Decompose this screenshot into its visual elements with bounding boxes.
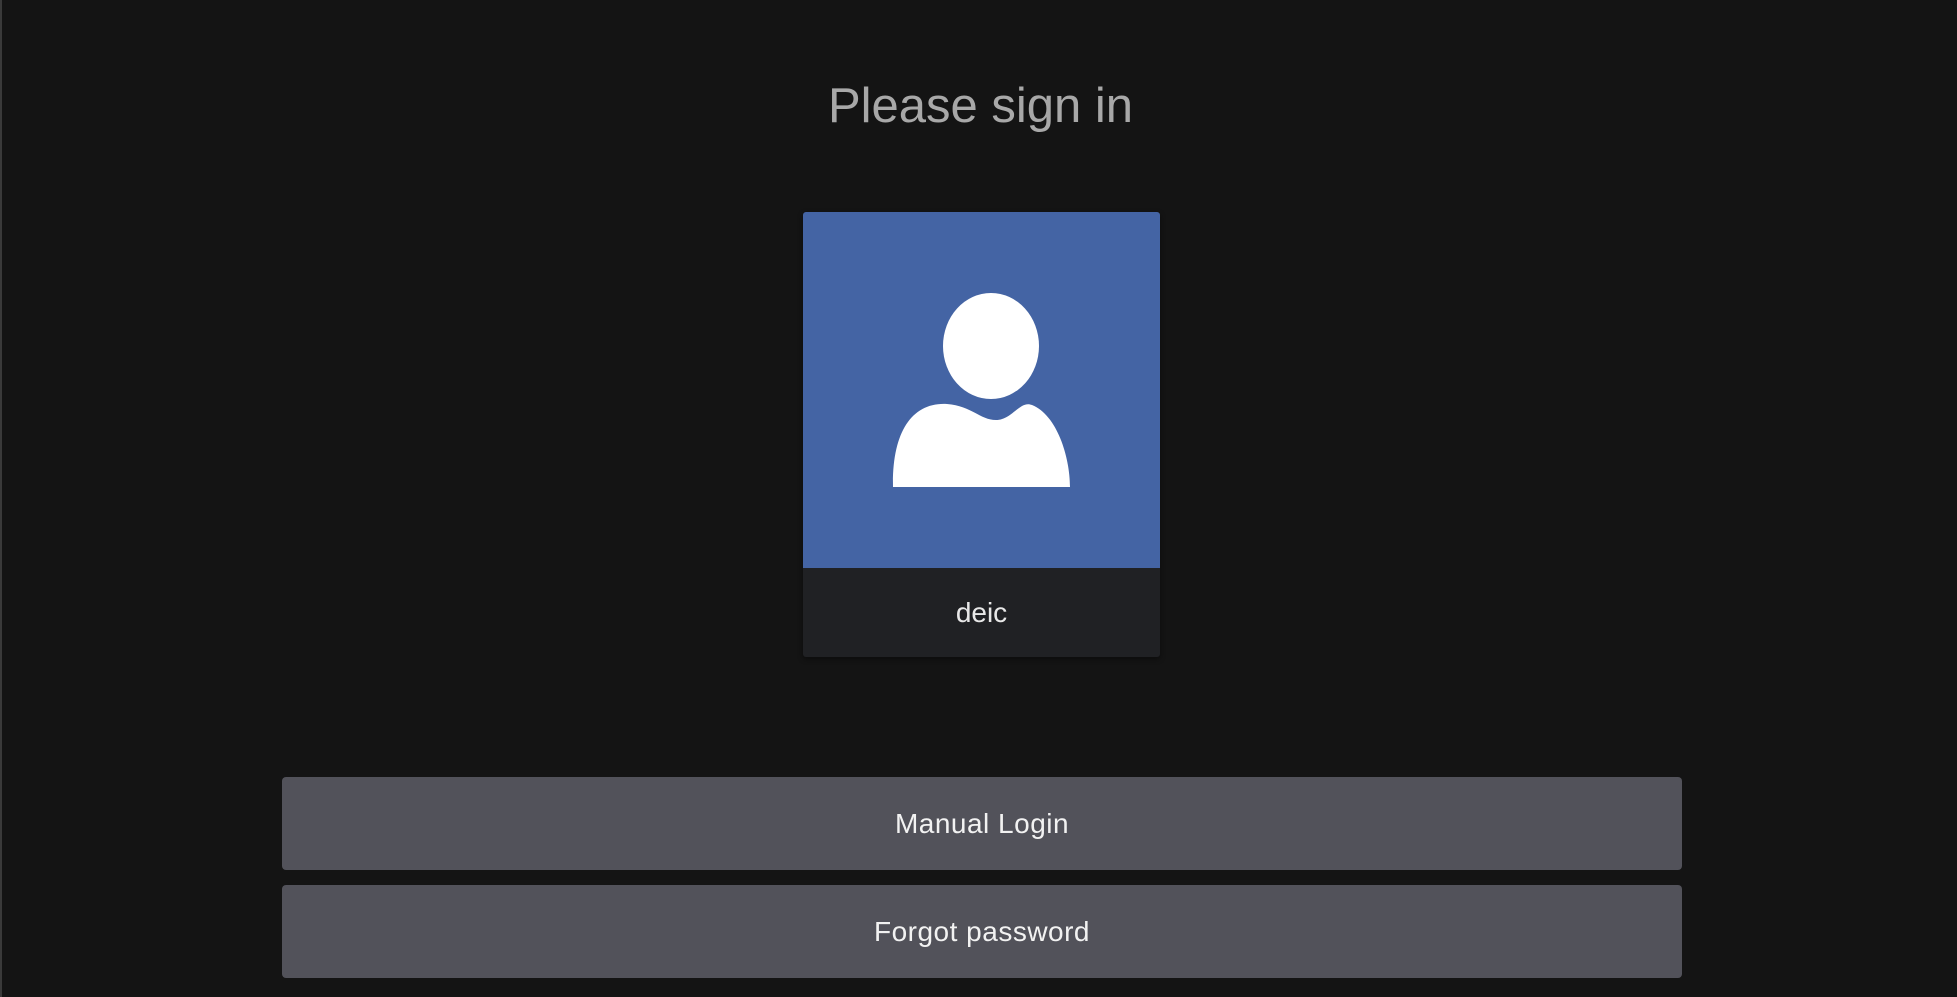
user-card[interactable]: deic <box>803 212 1160 657</box>
manual-login-button[interactable]: Manual Login <box>282 777 1682 870</box>
user-silhouette-icon <box>892 293 1070 487</box>
login-page: Please sign in deic Manual Login Forgot … <box>0 0 1957 997</box>
avatar <box>803 212 1160 568</box>
page-title: Please sign in <box>827 79 1134 133</box>
user-name: deic <box>803 568 1160 657</box>
forgot-password-button[interactable]: Forgot password <box>282 885 1682 978</box>
